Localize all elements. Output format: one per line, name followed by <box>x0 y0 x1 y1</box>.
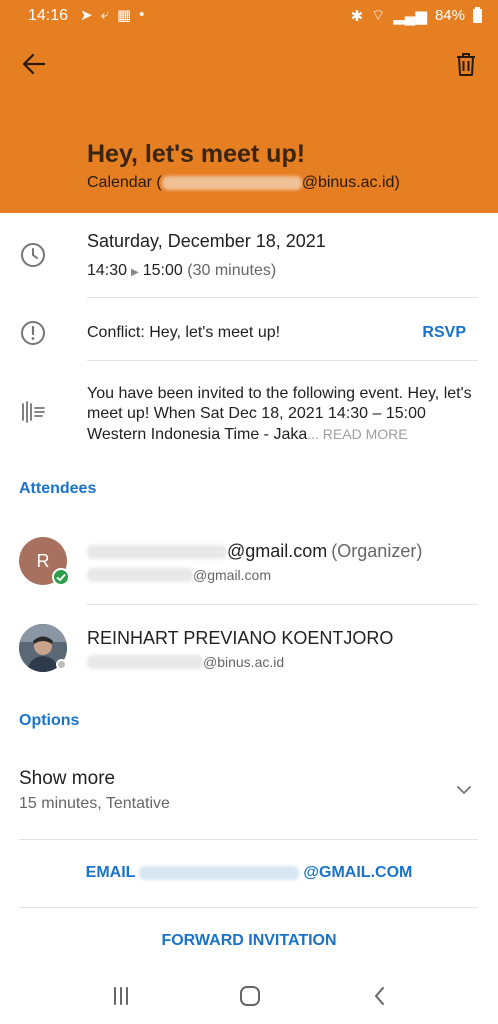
organizer-label: (Organizer) <box>331 541 423 561</box>
system-icons: ✱ ⌔ ▂▄▆ 84% <box>351 6 482 25</box>
redacted-email <box>87 544 227 559</box>
attendee-name[interactable]: REINHART PREVIANO KOENTJORO <box>87 628 393 649</box>
notification-icons: ➤ ⤶ ▦ • <box>80 6 144 24</box>
back-arrow-icon <box>22 53 46 75</box>
description-icon <box>22 401 45 423</box>
back-button[interactable] <box>18 48 50 80</box>
more-notifications-icon: • <box>139 6 145 23</box>
bluetooth-icon: ✱ <box>350 7 364 25</box>
arrow-right-icon: ▶ <box>131 267 139 278</box>
show-more-toggle[interactable]: Show more <box>19 768 115 790</box>
attendee-email-suffix: @gmail.com <box>193 567 272 583</box>
home-icon[interactable] <box>236 982 264 1010</box>
clock-icon <box>21 243 45 267</box>
event-duration: (30 minutes) <box>187 262 277 279</box>
event-title: Hey, let's meet up! <box>87 140 306 168</box>
event-header: 14:16 ➤ ⤶ ▦ • ✱ ⌔ ▂▄▆ 84% Hey, let's mee… <box>0 0 498 213</box>
email-attendee-button[interactable]: EMAIL @GMAIL.COM <box>0 864 498 882</box>
offline-status-icon <box>56 659 67 670</box>
alert-icon <box>21 321 45 345</box>
description-text: You have been invited to the following e… <box>87 385 472 443</box>
event-description[interactable]: You have been invited to the following e… <box>87 384 477 445</box>
status-bar: 14:16 ➤ ⤶ ▦ • ✱ ⌔ ▂▄▆ 84% <box>0 0 498 32</box>
redacted-email <box>139 866 300 880</box>
options-heading: Options <box>19 712 80 729</box>
divider <box>87 360 478 361</box>
forward-invitation-button[interactable]: FORWARD INVITATION <box>0 932 498 950</box>
rsvp-button[interactable]: RSVP <box>422 324 466 342</box>
attendee-email: @gmail.com <box>87 567 271 583</box>
redacted-email <box>87 655 203 669</box>
attendee-organizer[interactable]: @gmail.com (Organizer) <box>87 541 422 562</box>
divider <box>87 297 478 298</box>
redacted-email <box>161 176 302 190</box>
conflict-message: Conflict: Hey, let's meet up! <box>87 324 281 341</box>
email-suffix: @GMAIL.COM <box>303 864 413 881</box>
calendar-prefix: Calendar ( <box>87 174 162 191</box>
accepted-check-icon <box>52 568 70 586</box>
missed-call-icon: ⤶ <box>100 6 109 23</box>
signal-icon: ▂▄▆ <box>393 7 427 25</box>
battery-icon <box>473 6 482 23</box>
wifi-icon: ⌔ <box>371 7 386 24</box>
attendee-email: @binus.ac.id <box>87 654 284 670</box>
recent-apps-icon[interactable] <box>107 982 135 1010</box>
end-time: 15:00 <box>142 262 183 279</box>
event-time: 14:30 ▶ 15:00 (30 minutes) <box>87 262 276 280</box>
divider <box>87 604 478 605</box>
chevron-down-icon[interactable] <box>454 780 474 800</box>
delete-button[interactable] <box>450 48 482 80</box>
calendar-source: Calendar ( @binus.ac.id) <box>87 174 400 192</box>
calendar-notification-icon: ▦ <box>116 7 132 24</box>
attendee-email-suffix: @gmail.com <box>227 541 328 561</box>
telegram-icon: ➤ <box>80 7 93 24</box>
options-summary: 15 minutes, Tentative <box>19 795 170 812</box>
email-prefix: EMAIL <box>85 864 136 881</box>
read-more-link[interactable]: ... READ MORE <box>307 426 407 442</box>
attendee-email-suffix: @binus.ac.id <box>203 654 285 670</box>
redacted-email <box>87 568 193 582</box>
divider <box>19 839 478 840</box>
divider <box>19 907 478 908</box>
status-time: 14:16 <box>28 7 69 24</box>
attendee-name-text: REINHART PREVIANO KOENTJORO <box>87 628 394 648</box>
system-navigation-bar <box>0 968 498 1024</box>
trash-icon <box>457 53 475 76</box>
attendees-heading: Attendees <box>19 480 97 497</box>
start-time: 14:30 <box>87 262 128 279</box>
event-date: Saturday, December 18, 2021 <box>87 231 326 251</box>
nav-back-icon[interactable] <box>366 982 394 1010</box>
battery-level: 84% <box>434 7 465 24</box>
calendar-suffix: @binus.ac.id) <box>301 174 400 191</box>
